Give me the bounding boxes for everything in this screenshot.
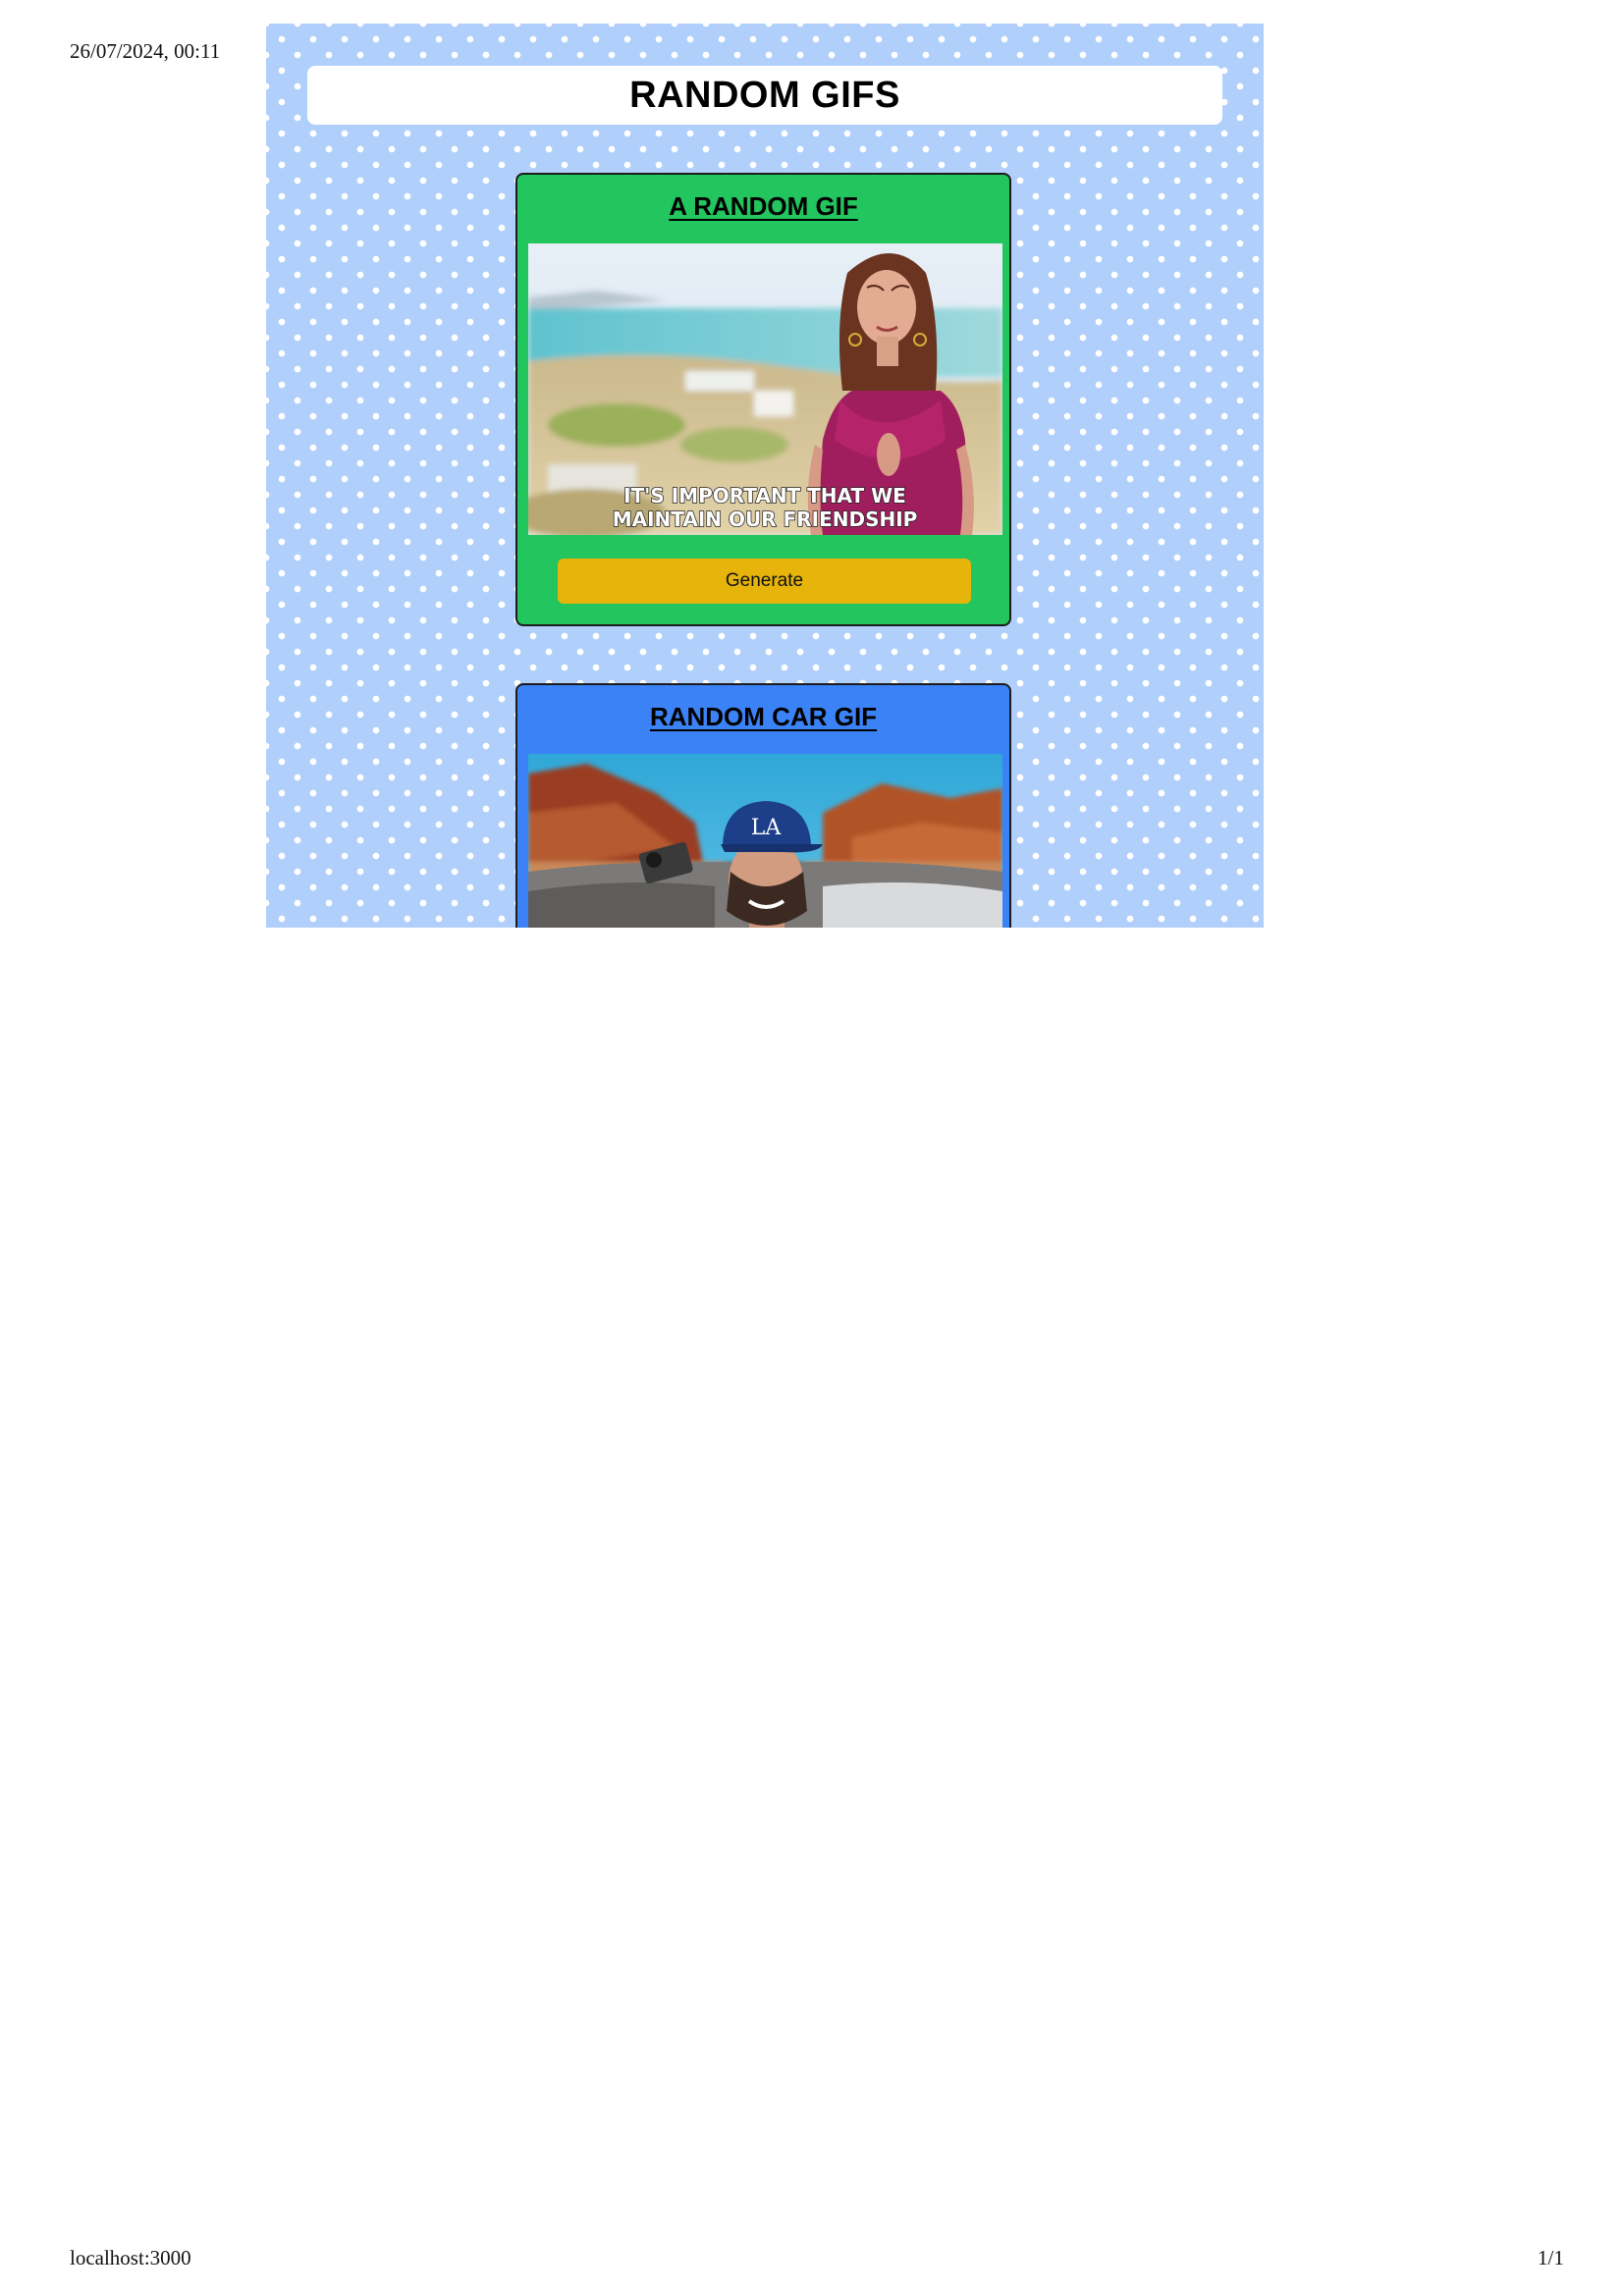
app-viewport: RANDOM GIFS A RANDOM GIF IT'S IMPORTANT … bbox=[266, 24, 1264, 928]
svg-text:LA: LA bbox=[751, 816, 783, 840]
gif-caption-line2: MAINTAIN OUR FRIENDSHIP bbox=[613, 507, 918, 531]
random-car-gif-card: RANDOM CAR GIF LA bbox=[515, 683, 1011, 928]
random-car-gif-title: RANDOM CAR GIF bbox=[649, 702, 878, 731]
print-date: 26/07/2024, 00:11 bbox=[70, 39, 221, 63]
random-car-gif-image: LA bbox=[528, 754, 1002, 928]
print-url: localhost:3000 bbox=[70, 2246, 191, 2269]
print-page-number: 1/1 bbox=[1538, 2246, 1564, 2269]
generate-button[interactable]: Generate bbox=[558, 559, 971, 604]
random-gif-title: A RANDOM GIF bbox=[669, 191, 858, 221]
random-gif-card: A RANDOM GIF IT'S IMPORTANT THAT WE MAIN… bbox=[515, 173, 1011, 626]
header-bar: RANDOM GIFS bbox=[307, 66, 1222, 125]
random-gif-image: IT'S IMPORTANT THAT WE MAINTAIN OUR FRIE… bbox=[528, 243, 1002, 535]
gif-caption-line1: IT'S IMPORTANT THAT WE bbox=[623, 484, 906, 507]
page-title: RANDOM GIFS bbox=[629, 74, 900, 116]
